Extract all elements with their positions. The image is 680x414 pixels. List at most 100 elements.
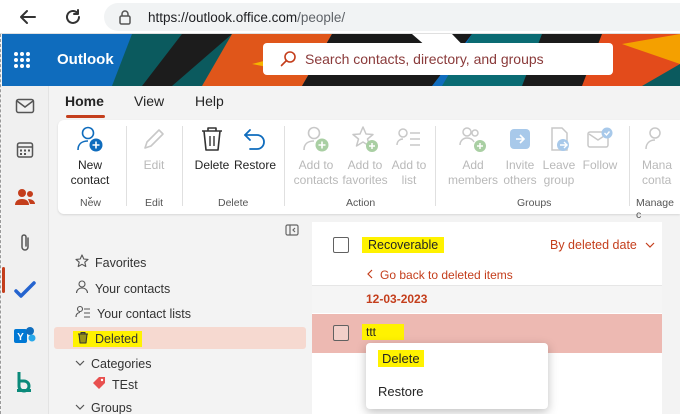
nav-label-groups: Groups xyxy=(91,401,132,414)
manage-contacts-label-1: Mana xyxy=(642,158,673,172)
nav-item-favorites[interactable]: Favorites xyxy=(75,254,146,271)
trash-icon xyxy=(197,124,227,154)
delete-button[interactable]: Delete xyxy=(192,124,232,173)
todo-checkmark-icon[interactable] xyxy=(13,278,37,302)
star-icon xyxy=(75,254,89,271)
yammer-icon[interactable]: Y xyxy=(13,324,37,348)
add-to-favorites-button[interactable]: Add to favorites xyxy=(341,124,389,188)
pencil-icon xyxy=(139,124,169,154)
tab-home[interactable]: Home xyxy=(65,93,104,109)
search-placeholder: Search contacts, directory, and groups xyxy=(305,51,544,67)
tab-help[interactable]: Help xyxy=(195,93,224,109)
nav-label-favorites: Favorites xyxy=(95,255,147,270)
restore-button[interactable]: Restore xyxy=(233,124,277,173)
chevron-left-icon xyxy=(366,268,374,282)
sort-dropdown[interactable]: By deleted date xyxy=(550,238,655,252)
reload-icon[interactable] xyxy=(61,5,85,29)
leave-group-label-1: Leave xyxy=(542,158,576,172)
person-icon xyxy=(75,280,89,297)
follow-button[interactable]: Follow xyxy=(580,124,620,173)
app-name[interactable]: Outlook xyxy=(57,51,114,68)
select-all-checkbox[interactable] xyxy=(333,237,349,253)
nav-item-categories[interactable]: Categories xyxy=(75,357,151,371)
search-box[interactable]: Search contacts, directory, and groups xyxy=(263,43,613,75)
trash-icon xyxy=(77,331,89,347)
nav-item-your-contact-lists[interactable]: Your contact lists xyxy=(75,305,191,322)
nav-label-deleted: Deleted xyxy=(95,332,139,346)
address-bar[interactable]: https://outlook.office.com/people/ xyxy=(104,3,680,31)
add-to-list-label-2: list xyxy=(401,173,417,187)
undo-arrow-icon xyxy=(240,124,270,154)
manage-contacts-label-2: conta xyxy=(642,173,672,187)
url-path: /people/ xyxy=(297,9,346,25)
add-to-list-label-1: Add to xyxy=(391,158,427,172)
manage-contacts-button[interactable]: Mana conta xyxy=(642,124,680,188)
invite-icon xyxy=(505,124,535,154)
app-launcher-waffle-icon[interactable] xyxy=(10,48,34,72)
add-person-icon xyxy=(75,124,105,154)
edit-button[interactable]: Edit xyxy=(136,124,172,173)
row-checkbox[interactable] xyxy=(333,325,349,341)
context-menu-delete[interactable]: Delete xyxy=(378,350,424,367)
rail-active-indicator xyxy=(2,267,5,293)
url-domain: https://outlook.office.com xyxy=(148,9,298,25)
nav-item-your-contacts[interactable]: Your contacts xyxy=(75,280,170,297)
tab-view[interactable]: View xyxy=(134,93,164,109)
add-members-label-2: members xyxy=(448,173,499,187)
chevron-down-icon xyxy=(645,238,655,252)
people-icon[interactable] xyxy=(13,185,37,209)
edit-label: Edit xyxy=(143,158,165,172)
bookings-icon[interactable] xyxy=(13,370,37,394)
nav-label-categories: Categories xyxy=(91,357,152,371)
manage-contacts-icon xyxy=(642,124,672,154)
group-divider xyxy=(284,126,285,206)
group-divider xyxy=(182,126,183,206)
search-icon xyxy=(279,50,297,71)
add-members-label-1: Add xyxy=(462,158,484,172)
leave-icon xyxy=(544,124,574,154)
new-contact-label-1: New xyxy=(77,158,102,172)
chevron-down-icon xyxy=(75,357,85,371)
nav-item-deleted[interactable]: Deleted xyxy=(73,331,143,347)
group-label-edit: Edit xyxy=(145,197,164,209)
attachment-icon[interactable] xyxy=(13,231,37,255)
contact-list-icon xyxy=(75,305,91,322)
nav-label-your-contacts: Your contacts xyxy=(95,281,171,296)
group-divider xyxy=(126,126,127,206)
add-members-icon xyxy=(458,124,488,154)
back-to-deleted-link[interactable]: Go back to deleted items xyxy=(366,268,513,282)
active-tab-indicator xyxy=(66,115,105,118)
back-link-label: Go back to deleted items xyxy=(380,268,513,282)
add-to-favorites-label-2: favorites xyxy=(342,173,388,187)
leave-group-label-2: group xyxy=(543,173,575,187)
invite-others-label-1: Invite xyxy=(505,158,535,172)
collapse-pane-icon[interactable] xyxy=(285,224,299,239)
group-divider xyxy=(629,126,630,206)
leave-group-button[interactable]: Leave group xyxy=(539,124,579,188)
nav-item-category-test[interactable]: TEst xyxy=(92,376,138,393)
restore-label: Restore xyxy=(233,158,277,172)
browser-toolbar: https://outlook.office.com/people/ xyxy=(0,0,680,34)
ribbon: New contact ⌄ New Edit Edit Delete Resto… xyxy=(58,120,680,221)
svg-text:Y: Y xyxy=(17,332,24,343)
sort-label: By deleted date xyxy=(550,238,637,252)
nav-item-groups[interactable]: Groups xyxy=(75,401,132,414)
add-to-contacts-label-1: Add to xyxy=(298,158,334,172)
calendar-icon[interactable] xyxy=(13,138,37,162)
add-to-contacts-button[interactable]: Add to contacts xyxy=(292,124,340,188)
add-to-list-button[interactable]: Add to list xyxy=(389,124,429,188)
scrollbar[interactable] xyxy=(670,222,680,414)
app-rail: Y xyxy=(2,86,49,414)
add-to-favorites-label-1: Add to xyxy=(347,158,383,172)
back-arrow-icon[interactable] xyxy=(16,5,40,29)
invite-others-label-2: others xyxy=(503,173,537,187)
group-label-manage: Manage c xyxy=(636,197,674,221)
new-contact-button[interactable]: New contact ⌄ xyxy=(67,124,113,204)
star-add-icon xyxy=(350,124,380,154)
date-group-header xyxy=(312,285,662,313)
mail-icon[interactable] xyxy=(13,94,37,118)
add-members-button[interactable]: Add members xyxy=(448,124,498,188)
invite-others-button[interactable]: Invite others xyxy=(500,124,540,188)
group-divider xyxy=(435,126,436,206)
context-menu-restore[interactable]: Restore xyxy=(378,384,424,399)
